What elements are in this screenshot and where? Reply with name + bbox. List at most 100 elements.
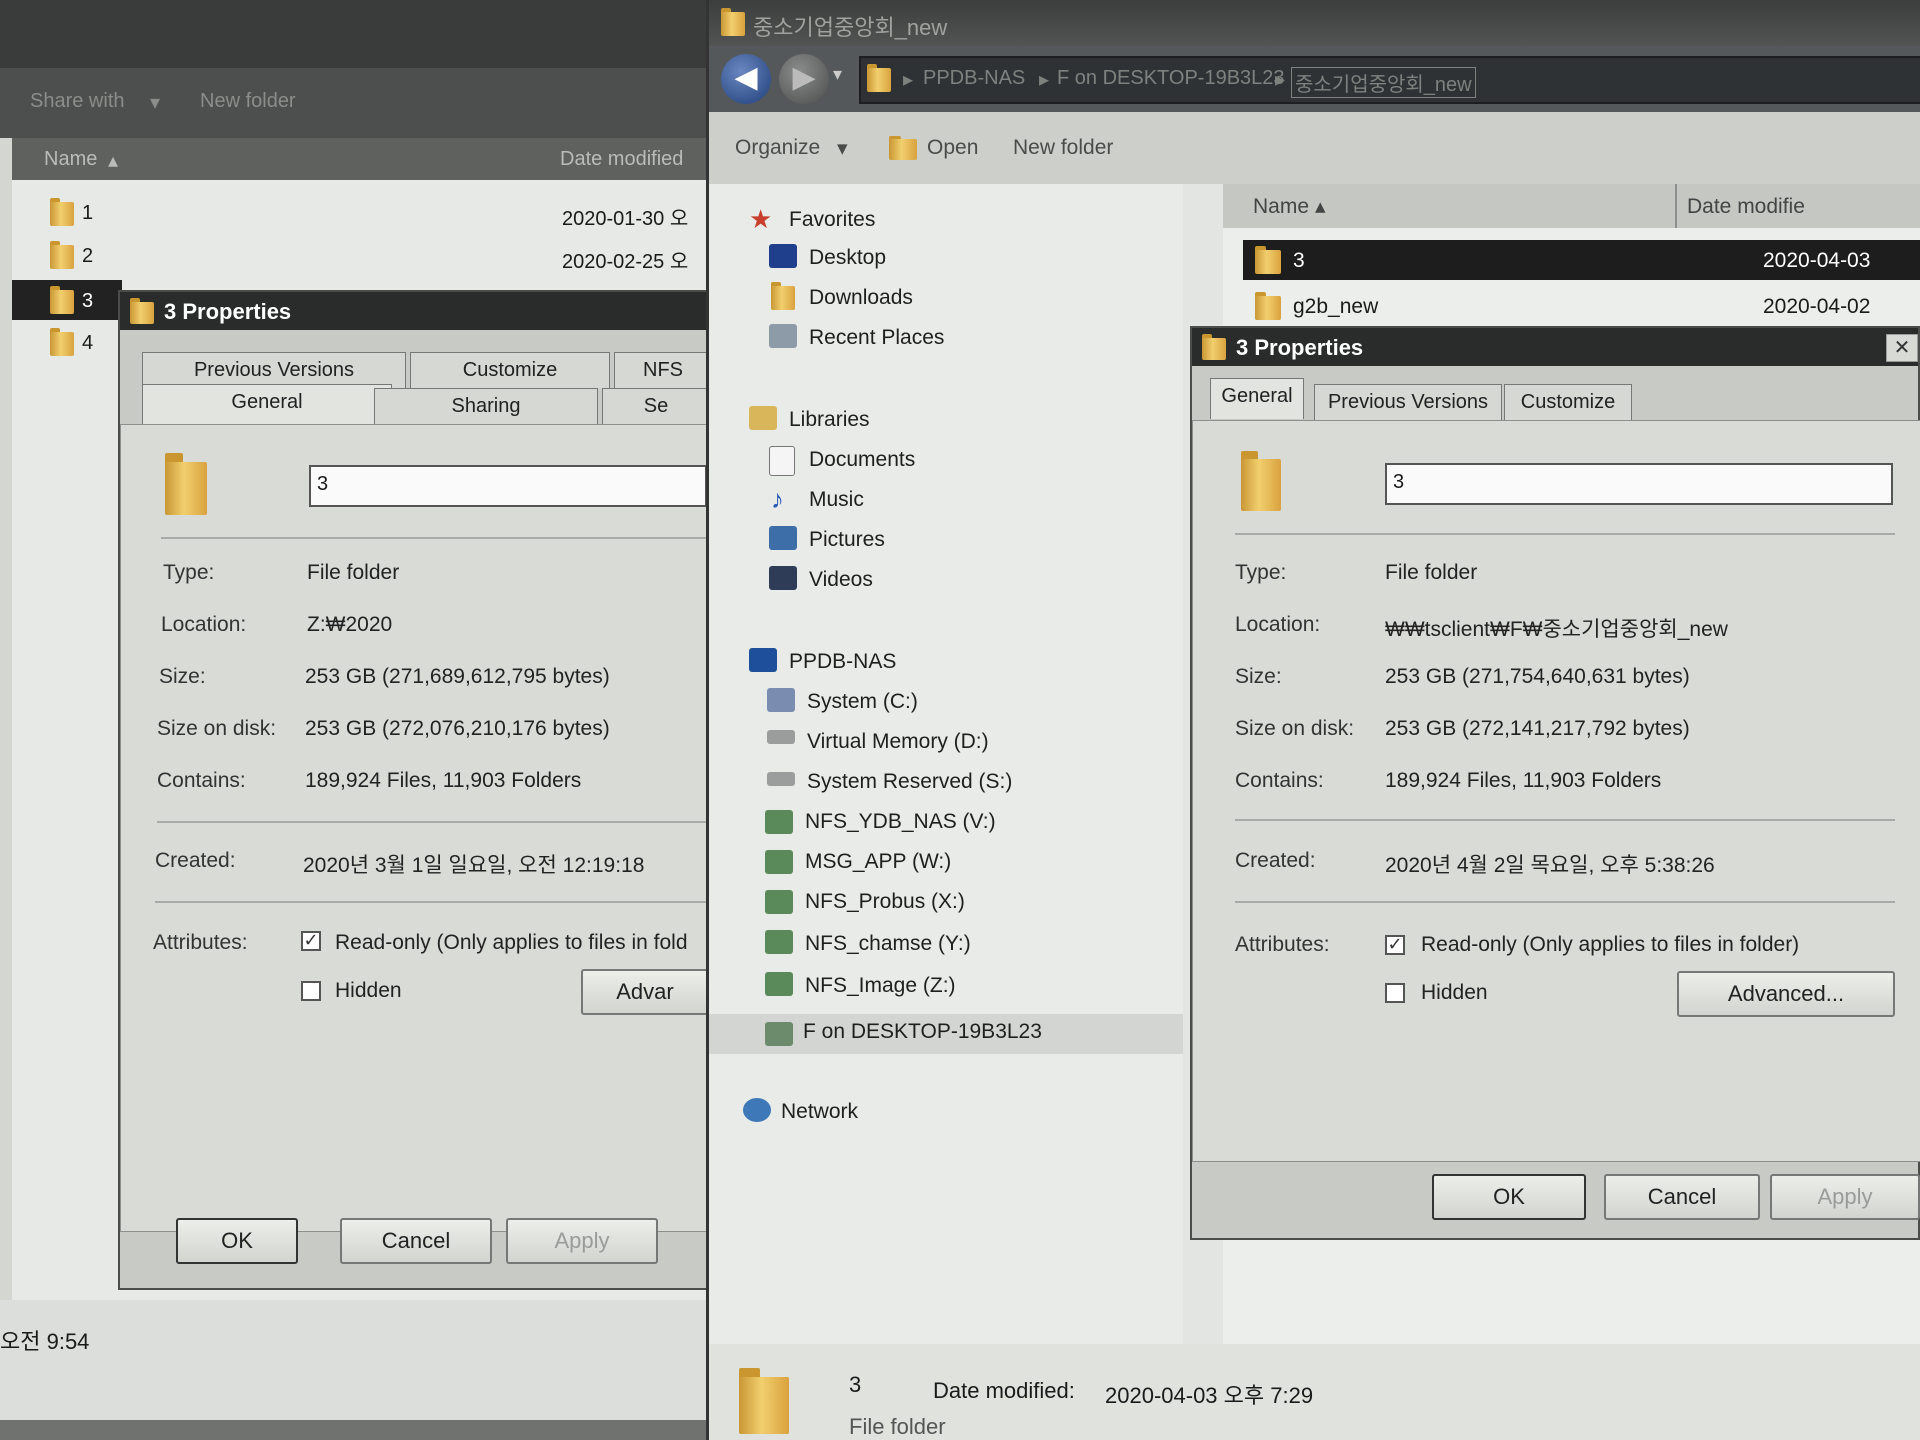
list-item-name: 2 xyxy=(82,245,94,267)
nav-drive-c[interactable]: System (C:) xyxy=(807,690,918,714)
list-item[interactable]: 1 2020-01-30 오 xyxy=(12,192,710,232)
field-value-contains: 189,924 Files, 11,903 Folders xyxy=(1385,769,1662,792)
cancel-button[interactable]: Cancel xyxy=(1604,1174,1760,1220)
cancel-button[interactable]: Cancel xyxy=(340,1218,492,1264)
nav-music[interactable]: Music xyxy=(809,488,864,512)
tab-sharing[interactable]: Sharing xyxy=(374,388,598,425)
list-item-selected[interactable]: 3 xyxy=(12,280,122,320)
left-status-bar: 오전 9:54 xyxy=(0,1300,710,1420)
tab-nfs[interactable]: NFS xyxy=(614,352,712,389)
left-new-folder-button[interactable]: New folder xyxy=(200,90,296,113)
tab-customize[interactable]: Customize xyxy=(1504,384,1632,421)
list-item[interactable]: 2 2020-02-25 오 xyxy=(12,235,710,275)
nav-videos[interactable]: Videos xyxy=(809,568,873,592)
nav-libraries[interactable]: Libraries xyxy=(789,408,870,432)
libraries-icon xyxy=(749,406,777,430)
nav-drive-x[interactable]: NFS_Probus (X:) xyxy=(805,890,965,914)
breadcrumb[interactable]: ▸ PPDB-NAS ▸ F on DESKTOP-19B3L23 ▸ 중소기업… xyxy=(859,56,1920,104)
back-arrow-icon[interactable]: ◀ xyxy=(721,54,771,104)
table-row-selected[interactable]: 3 2020-04-03 xyxy=(1243,240,1920,280)
forward-arrow-icon[interactable]: ▶ xyxy=(779,54,829,104)
breadcrumb-item-current[interactable]: 중소기업중앙회_new xyxy=(1291,67,1476,98)
close-icon[interactable]: ✕ xyxy=(1886,334,1918,362)
breadcrumb-chevron-icon[interactable]: ▸ xyxy=(903,67,913,92)
tab-customize[interactable]: Customize xyxy=(410,352,610,389)
readonly-checkbox[interactable]: ✓ xyxy=(301,931,321,951)
column-divider[interactable] xyxy=(1675,184,1677,228)
nav-recent-places[interactable]: Recent Places xyxy=(809,326,944,350)
nav-drive-z[interactable]: NFS_Image (Z:) xyxy=(805,974,956,998)
nav-pictures[interactable]: Pictures xyxy=(809,528,885,552)
left-dialog-title-bar: 3 Properties xyxy=(120,292,708,330)
folder-icon xyxy=(50,328,74,356)
open-button[interactable]: Open xyxy=(927,136,978,160)
network-drive-icon xyxy=(765,850,793,874)
advanced-button[interactable]: Advanced... xyxy=(1677,971,1895,1017)
file-name: g2b_new xyxy=(1293,295,1379,318)
mid-window-title: 중소기업중앙회_new xyxy=(753,15,948,40)
navigation-pane: ★ Favorites Desktop Downloads Recent Pla… xyxy=(709,184,1183,1344)
separator xyxy=(1235,819,1895,821)
history-chevron-icon[interactable]: ▾ xyxy=(833,64,842,85)
network-drive-icon xyxy=(765,890,793,914)
left-folder-name-input[interactable]: 3 xyxy=(309,465,707,507)
sort-up-icon: ▴ xyxy=(1315,195,1326,218)
share-with-chevron-icon[interactable]: ▾ xyxy=(150,90,160,115)
separator xyxy=(155,901,707,903)
organize-chevron-icon[interactable]: ▾ xyxy=(837,136,848,161)
list-item-name: 1 xyxy=(82,202,94,224)
nav-desktop[interactable]: Desktop xyxy=(809,246,886,270)
left-title-bar xyxy=(0,0,710,68)
new-folder-button[interactable]: New folder xyxy=(1013,136,1113,160)
downloads-folder-icon xyxy=(771,282,795,310)
nav-drive-d[interactable]: Virtual Memory (D:) xyxy=(807,730,989,754)
breadcrumb-chevron-icon[interactable]: ▸ xyxy=(1275,67,1285,92)
tab-general[interactable]: General xyxy=(1210,378,1304,419)
hidden-checkbox[interactable] xyxy=(1385,983,1405,1003)
tab-previous-versions[interactable]: Previous Versions xyxy=(1314,384,1502,421)
folder-icon xyxy=(1241,451,1281,511)
readonly-checkbox[interactable]: ✓ xyxy=(1385,935,1405,955)
created-label: Created: xyxy=(1235,849,1316,872)
organize-button[interactable]: Organize xyxy=(735,136,820,160)
nav-network[interactable]: Network xyxy=(781,1100,858,1124)
apply-button[interactable]: Apply xyxy=(1770,1174,1920,1220)
left-col-date-modified[interactable]: Date modified xyxy=(560,148,683,171)
nav-drive-v[interactable]: NFS_YDB_NAS (V:) xyxy=(805,810,996,834)
share-with-button[interactable]: Share with xyxy=(30,90,125,113)
ok-button[interactable]: OK xyxy=(1432,1174,1586,1220)
nav-drive-y[interactable]: NFS_chamse (Y:) xyxy=(805,932,971,956)
breadcrumb-item[interactable]: F on DESKTOP-19B3L23 xyxy=(1057,67,1285,90)
attributes-label: Attributes: xyxy=(1235,933,1330,956)
field-value-size: 253 GB (271,754,640,631 bytes) xyxy=(1385,665,1690,688)
col-name[interactable]: Name xyxy=(1253,195,1309,219)
col-date-modified[interactable]: Date modifie xyxy=(1687,195,1805,219)
ok-button[interactable]: OK xyxy=(176,1218,298,1264)
breadcrumb-chevron-icon[interactable]: ▸ xyxy=(1039,67,1049,92)
videos-icon xyxy=(769,566,797,590)
nav-favorites[interactable]: Favorites xyxy=(789,208,875,232)
tab-security[interactable]: Se xyxy=(602,388,710,425)
field-label: Size: xyxy=(1235,665,1282,688)
left-col-name[interactable]: Name xyxy=(44,148,97,171)
nav-drive-f-remote[interactable]: F on DESKTOP-19B3L23 xyxy=(803,1020,1042,1044)
tab-general[interactable]: General xyxy=(142,384,392,425)
hidden-checkbox[interactable] xyxy=(301,981,321,1001)
nav-computer[interactable]: PPDB-NAS xyxy=(789,650,896,674)
breadcrumb-item[interactable]: PPDB-NAS xyxy=(923,67,1025,90)
advanced-button[interactable]: Advar xyxy=(581,969,709,1015)
status-time: 오전 9:54 xyxy=(0,1329,90,1354)
nav-drive-w[interactable]: MSG_APP (W:) xyxy=(805,850,951,874)
list-item[interactable]: 4 xyxy=(12,322,122,362)
nav-documents[interactable]: Documents xyxy=(809,448,915,472)
nav-downloads[interactable]: Downloads xyxy=(809,286,913,310)
apply-button[interactable]: Apply xyxy=(506,1218,658,1264)
table-row[interactable]: g2b_new 2020-04-02 xyxy=(1243,286,1920,326)
recent-places-icon xyxy=(769,324,797,348)
field-value-location: Z:₩2020 xyxy=(307,613,393,636)
nav-drive-s[interactable]: System Reserved (S:) xyxy=(807,770,1012,794)
network-icon xyxy=(743,1098,771,1122)
right-folder-name-input[interactable]: 3 xyxy=(1385,463,1893,505)
details-date-value: 2020-04-03 오후 7:29 xyxy=(1105,1383,1314,1408)
network-drive-icon xyxy=(765,930,793,954)
